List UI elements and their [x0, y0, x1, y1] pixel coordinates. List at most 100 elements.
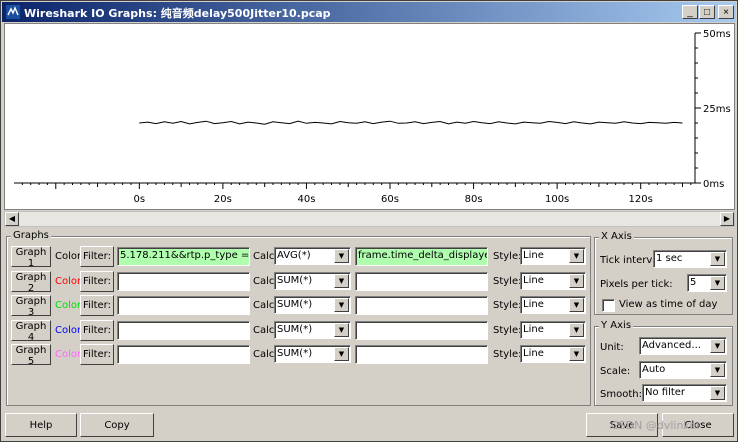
chevron-down-icon[interactable]: ▼: [334, 273, 349, 288]
graph-toggle-button[interactable]: Graph 3: [11, 295, 51, 318]
style-combo[interactable]: Line ▼: [520, 247, 586, 265]
io-graph-plot[interactable]: 0s 20s 40s 60s 80s 100s 120s 50ms 25ms 0ms: [4, 23, 735, 210]
close-window-button[interactable]: ×: [718, 5, 734, 19]
maximize-button[interactable]: □: [699, 5, 715, 19]
help-button[interactable]: Help: [5, 413, 77, 437]
chevron-down-icon[interactable]: ▼: [710, 386, 725, 400]
graph-row: Graph 5 Color Filter: Calc: SUM(*) ▼ Style: Lin…: [7, 344, 590, 367]
style-label: Style:: [493, 349, 522, 360]
graph-toggle-button[interactable]: Graph 2: [11, 270, 51, 294]
title-bar[interactable]: Wireshark IO Graphs: 纯音频delay500Jitter10…: [2, 2, 736, 22]
x-tick-label: 20s: [214, 194, 232, 205]
y-axis-legend: Y Axis: [599, 320, 634, 332]
chevron-down-icon[interactable]: ▼: [334, 347, 349, 361]
chevron-down-icon[interactable]: ▼: [569, 347, 584, 361]
calc-field-input[interactable]: [355, 345, 488, 364]
filter-input[interactable]: [117, 320, 250, 340]
filter-input[interactable]: 5.178.211&&rtp.p_type ==127: [117, 247, 250, 266]
horizontal-scrollbar[interactable]: ◀ ▶: [4, 211, 735, 227]
smooth-value: No filter: [645, 387, 686, 398]
close-icon: ×: [723, 6, 729, 18]
chevron-down-icon[interactable]: ▼: [334, 298, 349, 312]
calc-field-input[interactable]: frame.time_delta_displayed: [355, 247, 488, 266]
filter-button[interactable]: Filter:: [80, 270, 114, 292]
chevron-down-icon[interactable]: ▼: [569, 322, 584, 337]
series-line: [139, 120, 683, 125]
filter-button[interactable]: Filter:: [80, 344, 114, 365]
calc-combo[interactable]: SUM(*) ▼: [274, 345, 351, 363]
calc-value: SUM(*): [277, 274, 313, 286]
x-ticks: 0s 20s 40s 60s 80s 100s 120s: [21, 183, 692, 205]
chevron-down-icon[interactable]: ▼: [334, 322, 349, 337]
chevron-down-icon[interactable]: ▼: [334, 249, 349, 263]
style-value: Line: [523, 323, 544, 335]
style-value: Line: [523, 250, 544, 261]
scale-combo[interactable]: Auto ▼: [639, 361, 727, 379]
graphs-group: Graphs Graph 1 Color Filter: 5.178.211&&rtp…: [6, 230, 591, 406]
graph-color-label[interactable]: Color: [55, 251, 81, 262]
x-tick-label: 0s: [134, 194, 146, 205]
style-combo[interactable]: Line ▼: [520, 345, 586, 363]
calc-field-input[interactable]: [355, 296, 488, 315]
smooth-label: Smooth:: [600, 389, 642, 400]
scale-value: Auto: [642, 364, 666, 375]
x-axis-group: X Axis Tick interval: 1 sec ▼ Pixels per…: [594, 231, 733, 315]
style-value: Line: [523, 348, 544, 359]
graph-color-label[interactable]: Color: [55, 325, 81, 336]
filter-input[interactable]: [117, 345, 250, 364]
chevron-down-icon[interactable]: ▼: [569, 298, 584, 312]
filter-input[interactable]: [117, 296, 250, 315]
calc-value: SUM(*): [277, 348, 313, 359]
graph-color-label[interactable]: Color: [55, 276, 81, 287]
style-combo[interactable]: Line ▼: [520, 271, 586, 290]
smooth-combo[interactable]: No filter ▼: [642, 384, 727, 402]
pixels-per-tick-combo[interactable]: 5 ▼: [687, 274, 727, 292]
unit-combo[interactable]: Advanced... ▼: [639, 337, 727, 355]
calc-combo[interactable]: SUM(*) ▼: [274, 271, 351, 290]
chevron-down-icon[interactable]: ▼: [569, 249, 584, 263]
graph-row: Graph 4 Color Filter: Calc: SUM(*) ▼ Style: Lin…: [7, 319, 590, 343]
unit-value: Advanced...: [642, 340, 701, 351]
scroll-right-button[interactable]: ▶: [720, 212, 734, 226]
chevron-down-icon[interactable]: ▼: [710, 252, 725, 266]
y-tick-label: 25ms: [703, 104, 731, 115]
view-time-of-day-label[interactable]: View as time of day: [619, 299, 717, 310]
chevron-down-icon[interactable]: ▼: [710, 339, 725, 353]
scroll-left-button[interactable]: ◀: [5, 212, 19, 226]
graph-color-label[interactable]: Color: [55, 300, 81, 311]
calc-combo[interactable]: SUM(*) ▼: [274, 296, 351, 314]
chevron-down-icon[interactable]: ▼: [569, 273, 584, 288]
style-combo[interactable]: Line ▼: [520, 296, 586, 314]
chevron-down-icon[interactable]: ▼: [710, 363, 725, 377]
graph-color-label[interactable]: Color: [55, 349, 81, 360]
filter-button[interactable]: Filter:: [80, 246, 114, 267]
minimize-button[interactable]: _: [682, 5, 698, 19]
graph-toggle-button[interactable]: Graph 4: [11, 319, 51, 343]
chevron-down-icon[interactable]: ▼: [710, 276, 725, 290]
style-combo[interactable]: Line ▼: [520, 320, 586, 339]
io-graph-chart: 0s 20s 40s 60s 80s 100s 120s 50ms 25ms 0ms: [14, 29, 731, 205]
calc-field-input[interactable]: [355, 271, 488, 291]
tick-interval-combo[interactable]: 1 sec ▼: [653, 250, 727, 268]
calc-combo[interactable]: SUM(*) ▼: [274, 320, 351, 339]
graph-row: Graph 3 Color Filter: Calc: SUM(*) ▼ Style: Lin…: [7, 295, 590, 318]
view-time-of-day-checkbox[interactable]: [602, 299, 615, 312]
style-label: Style:: [493, 324, 522, 336]
y-tick-label: 0ms: [703, 179, 724, 190]
calc-field-input[interactable]: [355, 320, 488, 340]
copy-button[interactable]: Copy: [80, 413, 154, 437]
unit-label: Unit:: [600, 342, 624, 353]
graph-toggle-button[interactable]: Graph 1: [11, 246, 51, 269]
calc-value: SUM(*): [277, 299, 313, 310]
calc-combo[interactable]: AVG(*) ▼: [274, 247, 351, 265]
arrow-left-icon: ◀: [8, 214, 16, 223]
x-tick-label: 120s: [629, 194, 653, 205]
calc-value: AVG(*): [277, 250, 311, 261]
graph-row: Graph 1 Color Filter: 5.178.211&&rtp.p_type…: [7, 246, 590, 269]
graph-toggle-button[interactable]: Graph 5: [11, 344, 51, 367]
y-tick-label: 50ms: [703, 29, 731, 40]
pixels-per-tick-label: Pixels per tick:: [600, 279, 673, 290]
filter-button[interactable]: Filter:: [80, 319, 114, 341]
filter-button[interactable]: Filter:: [80, 295, 114, 316]
filter-input[interactable]: [117, 271, 250, 291]
